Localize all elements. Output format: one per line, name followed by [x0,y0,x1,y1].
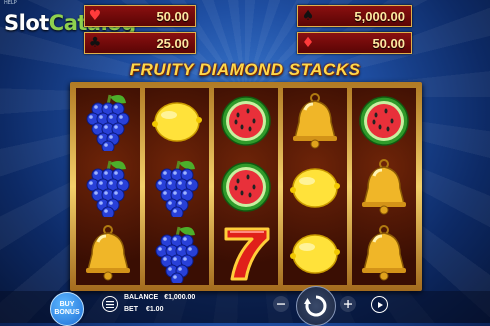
buy-bonus-label-2: BONUS [54,309,80,316]
paytable-diamond-value: 50.00 [372,35,405,51]
paytable-heart: ♥ 50.00 [84,5,196,27]
grapes-symbol [76,154,140,220]
reel-5 [352,88,416,285]
bell-symbol [76,220,140,286]
game-title: FRUITY DIAMOND STACKS [129,60,361,79]
paytable-spade: ♠ 5,000.00 [297,5,412,27]
watermelon-symbol [214,154,278,220]
balance-label: BALANCE [124,294,159,301]
bell-symbol [352,154,416,220]
paytable-diamond: ♦ 50.00 [297,32,412,54]
spade-icon: ♠ [301,8,315,24]
grapes-symbol [145,220,209,286]
grapes-symbol [145,154,209,220]
watermark-slot: Slot [4,11,49,35]
paytable-club-value: 25.00 [156,35,189,51]
heart-icon: ♥ [88,8,102,24]
menu-button[interactable] [102,296,118,312]
hamburger-icon [106,300,114,308]
paytable-club: ♣ 25.00 [84,32,196,54]
bet-value: €1.00 [145,306,164,313]
reel-1 [76,88,140,285]
autoplay-button[interactable] [371,296,388,313]
paytable-heart-value: 50.00 [156,8,189,24]
seven-symbol [214,220,278,286]
balance-value: €1,000.00 [164,294,196,301]
bet-label: BET [124,306,138,313]
lemon-symbol [145,88,209,154]
watermelon-symbol [352,88,416,154]
reel-grid [70,82,422,291]
bet-row: BET €1.00 [124,306,163,313]
spin-arrow-icon [304,295,327,317]
lemon-symbol [283,220,347,286]
diamond-icon: ♦ [301,35,315,51]
buy-bonus-label-1: BUY [59,301,75,308]
minus-icon [277,303,285,305]
increase-bet-button[interactable] [340,296,356,312]
grapes-symbol [76,88,140,154]
reel-2 [145,88,209,285]
paytable-spade-value: 5,000.00 [354,8,405,24]
watermelon-symbol [214,88,278,154]
bell-symbol [283,88,347,154]
bell-symbol [352,220,416,286]
autoplay-icon [377,301,383,308]
club-icon: ♣ [88,35,102,51]
decrease-bet-button[interactable] [273,296,289,312]
lemon-symbol [283,154,347,220]
help-text: HELP [4,0,17,6]
balance-row: BALANCE €1,000.00 [124,294,195,301]
reel-4 [283,88,347,285]
plus-icon [344,300,352,308]
spin-button[interactable] [296,286,336,326]
buy-bonus-button[interactable]: BUY BONUS [50,292,84,326]
reel-3 [214,88,278,285]
